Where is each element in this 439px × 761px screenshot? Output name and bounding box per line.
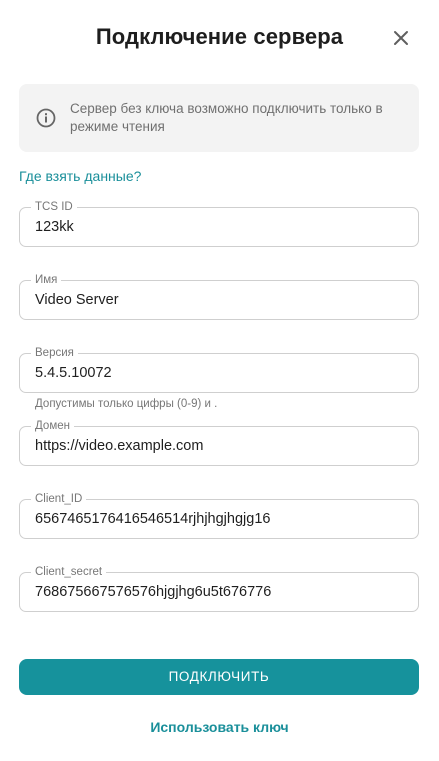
info-banner: Сервер без ключа возможно подключить тол… <box>19 84 419 152</box>
info-text: Сервер без ключа возможно подключить тол… <box>70 101 383 134</box>
version-field[interactable]: Версия 5.4.5.10072 <box>19 346 419 393</box>
connect-server-dialog: Подключение сервера Сервер без ключа воз… <box>0 0 439 761</box>
close-icon[interactable] <box>393 30 409 46</box>
info-icon <box>36 108 56 128</box>
client-secret-value[interactable]: 768675667576576hjgjhg6u5t676776 <box>35 573 271 611</box>
name-value[interactable]: Video Server <box>35 281 119 319</box>
tcs-id-value[interactable]: 123kk <box>35 208 74 246</box>
dialog-title: Подключение сервера <box>95 24 344 49</box>
use-key-link[interactable]: Использовать ключ <box>0 719 439 735</box>
client-id-value[interactable]: 6567465176416546514rjhjhgjhgjg16 <box>35 500 270 538</box>
client-secret-field[interactable]: Client_secret 768675667576576hjgjhg6u5t6… <box>19 565 419 612</box>
client-id-field[interactable]: Client_ID 6567465176416546514rjhjhgjhgjg… <box>19 492 419 539</box>
tcs-id-field[interactable]: TCS ID 123kk <box>19 200 419 247</box>
connect-button[interactable]: ПОДКЛЮЧИТЬ <box>19 659 419 695</box>
domain-field[interactable]: Домен https://video.example.com <box>19 419 419 466</box>
version-value[interactable]: 5.4.5.10072 <box>35 354 112 392</box>
version-hint: Допустимы только цифры (0-9) и . <box>35 398 218 410</box>
where-to-get-data-link[interactable]: Где взять данные? <box>19 168 141 184</box>
name-field[interactable]: Имя Video Server <box>19 273 419 320</box>
domain-value[interactable]: https://video.example.com <box>35 427 203 465</box>
